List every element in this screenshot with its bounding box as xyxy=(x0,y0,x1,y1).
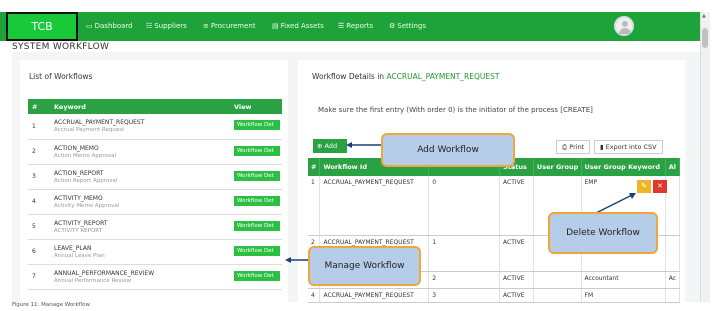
manage-workflow-callout: Manage Workflow xyxy=(308,246,421,286)
add-workflow-callout: Add Workflow xyxy=(381,133,515,167)
manage-callout-arrowhead xyxy=(285,257,291,263)
delete-workflow-callout: Delete Workflow xyxy=(548,212,658,254)
delete-callout-arrow xyxy=(595,194,633,214)
add-callout-arrowhead xyxy=(346,142,352,148)
figure-caption: Figure 11: Manage Workflow xyxy=(12,302,90,308)
